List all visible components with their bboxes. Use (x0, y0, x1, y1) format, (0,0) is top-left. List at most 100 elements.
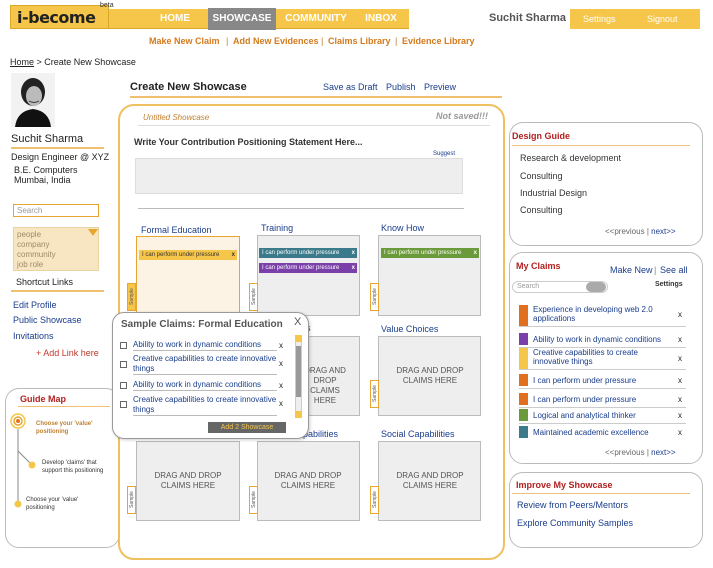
tab-home[interactable]: HOME (150, 9, 200, 29)
preview-link[interactable]: Preview (424, 82, 456, 92)
remove-icon[interactable]: x (678, 395, 682, 404)
claim-chip[interactable]: I can perform under pressure x (259, 263, 357, 273)
review-peers-link[interactable]: Review from Peers/Mentors (517, 500, 628, 510)
remove-icon[interactable]: x (678, 354, 682, 363)
evidence-library-link[interactable]: Evidence Library (402, 36, 475, 46)
save-draft-link[interactable]: Save as Draft (323, 82, 378, 92)
dropdown-arrow-icon[interactable] (88, 229, 98, 236)
remove-icon[interactable]: x (678, 310, 682, 319)
claim-item[interactable]: Logical and analytical thinker x (519, 409, 686, 424)
sample-claim-item[interactable]: Creative capabilities to create innovati… (133, 395, 277, 416)
drop-zone-formal-education[interactable] (136, 236, 240, 321)
remove-icon[interactable]: x (279, 341, 283, 350)
close-icon[interactable]: X (294, 316, 301, 328)
positioning-prompt: Write Your Contribution Positioning Stat… (134, 137, 363, 147)
claim-item[interactable]: I can perform under pressure x (519, 374, 686, 389)
search-option[interactable]: job role (17, 260, 95, 270)
scrollbar-thumb[interactable] (296, 346, 301, 397)
showcase-title[interactable]: Untitled Showcase (143, 113, 209, 122)
drop-hint: DRAG AND DROP CLAIMS HERE (396, 366, 464, 385)
divider (11, 147, 104, 149)
tab-community[interactable]: COMMUNITY (283, 9, 349, 29)
signout-link[interactable]: Signout (647, 9, 678, 29)
scroll-up-icon[interactable] (295, 335, 302, 342)
search-option[interactable]: community (17, 250, 95, 260)
close-icon[interactable]: x (474, 248, 477, 258)
search-option[interactable]: people (17, 230, 95, 240)
next-link[interactable]: next>> (651, 448, 675, 457)
remove-icon[interactable]: x (678, 411, 682, 420)
add-link[interactable]: + Add Link here (36, 348, 99, 358)
previous-link[interactable]: <<previous (605, 448, 645, 457)
design-guide-item[interactable]: Industrial Design (520, 188, 587, 198)
sample-claim-item[interactable]: Ability to work in dynamic conditions (133, 380, 277, 391)
claim-checkbox[interactable] (120, 401, 127, 408)
add-to-showcase-button[interactable]: Add 2 Showcase (208, 422, 286, 433)
breadcrumb: Home > Create New Showcase (10, 57, 136, 67)
remove-icon[interactable]: x (279, 381, 283, 390)
design-guide-item[interactable]: Consulting (520, 171, 563, 181)
remove-icon[interactable]: x (678, 428, 682, 437)
claim-item[interactable]: Creative capabilities to create innovati… (519, 348, 686, 370)
sample-claim-item[interactable]: Creative capabilities to create innovati… (133, 354, 277, 375)
page-title: Create New Showcase (130, 81, 247, 93)
edit-profile-link[interactable]: Edit Profile (13, 300, 57, 310)
explore-samples-link[interactable]: Explore Community Samples (517, 518, 633, 528)
claims-library-link[interactable]: Claims Library (328, 36, 391, 46)
claim-checkbox[interactable] (120, 342, 127, 349)
remove-icon[interactable]: x (678, 376, 682, 385)
search-input[interactable]: Search (13, 204, 99, 217)
claim-item[interactable]: Maintained academic excellence x (519, 426, 686, 440)
remove-icon[interactable]: x (279, 399, 283, 408)
design-guide-item[interactable]: Consulting (520, 205, 563, 215)
positioning-input[interactable] (135, 158, 463, 194)
claim-text: Creative capabilities to create innovati… (533, 348, 638, 366)
tab-showcase[interactable]: SHOWCASE (208, 8, 276, 30)
search-toggle[interactable] (586, 282, 606, 292)
next-link[interactable]: next>> (651, 227, 675, 236)
sample-tab[interactable]: Sample (127, 283, 136, 311)
sample-tab[interactable]: Sample (370, 283, 379, 311)
category-title-training: Training (261, 223, 294, 233)
see-all-link[interactable]: See all (660, 265, 688, 275)
sample-tab[interactable]: Sample (127, 486, 136, 514)
claim-checkbox[interactable] (120, 382, 127, 389)
claim-chip[interactable]: I can perform under pressure x (259, 248, 357, 258)
sample-tab[interactable]: Sample (370, 486, 379, 514)
close-icon[interactable]: x (352, 248, 355, 258)
suggest-link[interactable]: Suggest (433, 151, 455, 157)
remove-icon[interactable]: x (678, 335, 682, 344)
separator: | (395, 36, 398, 46)
publish-link[interactable]: Publish (386, 82, 416, 92)
settings-link[interactable]: Settings (583, 9, 616, 29)
claim-color-bar (519, 333, 528, 345)
claim-checkbox[interactable] (120, 361, 127, 368)
search-category-select[interactable]: people company community job role (13, 227, 99, 271)
claim-item[interactable]: Experience in developing web 2.0 applica… (519, 305, 686, 327)
add-new-evidences-link[interactable]: Add New Evidences (233, 36, 319, 46)
sample-tab[interactable]: Sample (370, 380, 379, 408)
remove-icon[interactable]: x (279, 359, 283, 368)
divider (130, 96, 502, 98)
claim-chip[interactable]: I can perform under pressure x (139, 250, 237, 260)
previous-link[interactable]: <<previous (605, 227, 645, 236)
invitations-link[interactable]: Invitations (13, 331, 54, 341)
claim-chip[interactable]: I can perform under pressure x (381, 248, 479, 258)
design-guide-item[interactable]: Research & development (520, 153, 621, 163)
make-new-claim-link[interactable]: Make New Claim (149, 36, 220, 46)
claim-item[interactable]: I can perform under pressure x (519, 393, 686, 408)
claim-item[interactable]: Ability to work in dynamic conditions x (519, 333, 686, 348)
logo[interactable]: i-become (10, 5, 109, 29)
sample-tab[interactable]: Sample (249, 486, 258, 514)
sample-tab[interactable]: Sample (249, 283, 258, 311)
claims-settings-link[interactable]: Settings (655, 281, 683, 288)
make-new-link[interactable]: Make New (610, 265, 653, 275)
breadcrumb-home[interactable]: Home (10, 57, 34, 67)
public-showcase-link[interactable]: Public Showcase (13, 315, 82, 325)
search-option[interactable]: company (17, 240, 95, 250)
close-icon[interactable]: x (232, 250, 235, 260)
close-icon[interactable]: x (352, 263, 355, 273)
tab-inbox[interactable]: INBOX (358, 9, 404, 29)
sample-claim-item[interactable]: Ability to work in dynamic conditions (133, 340, 277, 351)
scroll-down-icon[interactable] (295, 411, 302, 418)
